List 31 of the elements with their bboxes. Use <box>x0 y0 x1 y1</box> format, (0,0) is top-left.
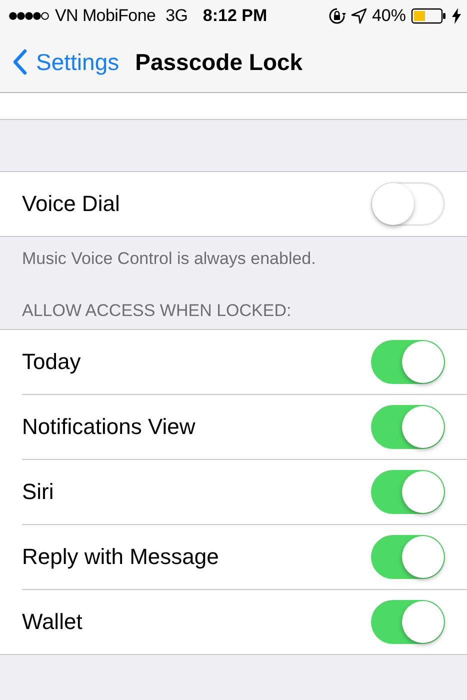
battery-percent: 40% <box>372 6 406 26</box>
row-label: Notifications View <box>22 414 196 440</box>
back-chevron-icon <box>12 49 28 75</box>
rotation-lock-icon <box>328 7 346 25</box>
toggle-switch[interactable] <box>371 405 445 449</box>
toggle-switch[interactable] <box>371 600 445 644</box>
page-title: Passcode Lock <box>135 48 303 76</box>
settings-row[interactable]: Reply with Message <box>22 525 467 590</box>
row-label: Wallet <box>22 609 82 635</box>
toggle-switch[interactable] <box>371 340 445 384</box>
settings-row[interactable]: Today <box>22 330 467 395</box>
settings-row[interactable]: Wallet <box>22 590 467 654</box>
carrier-name: VN MobiFone <box>55 6 156 26</box>
toggle-switch[interactable] <box>371 470 445 514</box>
row-label: Today <box>22 349 81 375</box>
section-footer: Music Voice Control is always enabled. <box>0 237 467 289</box>
charging-bolt-icon <box>452 8 461 24</box>
section-header: ALLOW ACCESS WHEN LOCKED: <box>21 300 292 322</box>
row-label: Voice Dial <box>22 191 120 217</box>
settings-row[interactable]: Notifications View <box>22 395 467 460</box>
signal-icon <box>9 11 49 21</box>
back-button[interactable]: Settings <box>12 48 120 76</box>
row-label: Siri <box>22 479 54 505</box>
toggle-switch[interactable] <box>371 182 445 226</box>
network-type: 3G <box>166 6 188 26</box>
row-label: Reply with Message <box>22 544 219 570</box>
status-time: 8:12 PM <box>202 6 268 26</box>
location-arrow-icon <box>350 8 367 24</box>
battery-icon <box>411 8 447 24</box>
toggle-switch[interactable] <box>371 535 445 579</box>
settings-row[interactable]: Siri <box>22 460 467 525</box>
